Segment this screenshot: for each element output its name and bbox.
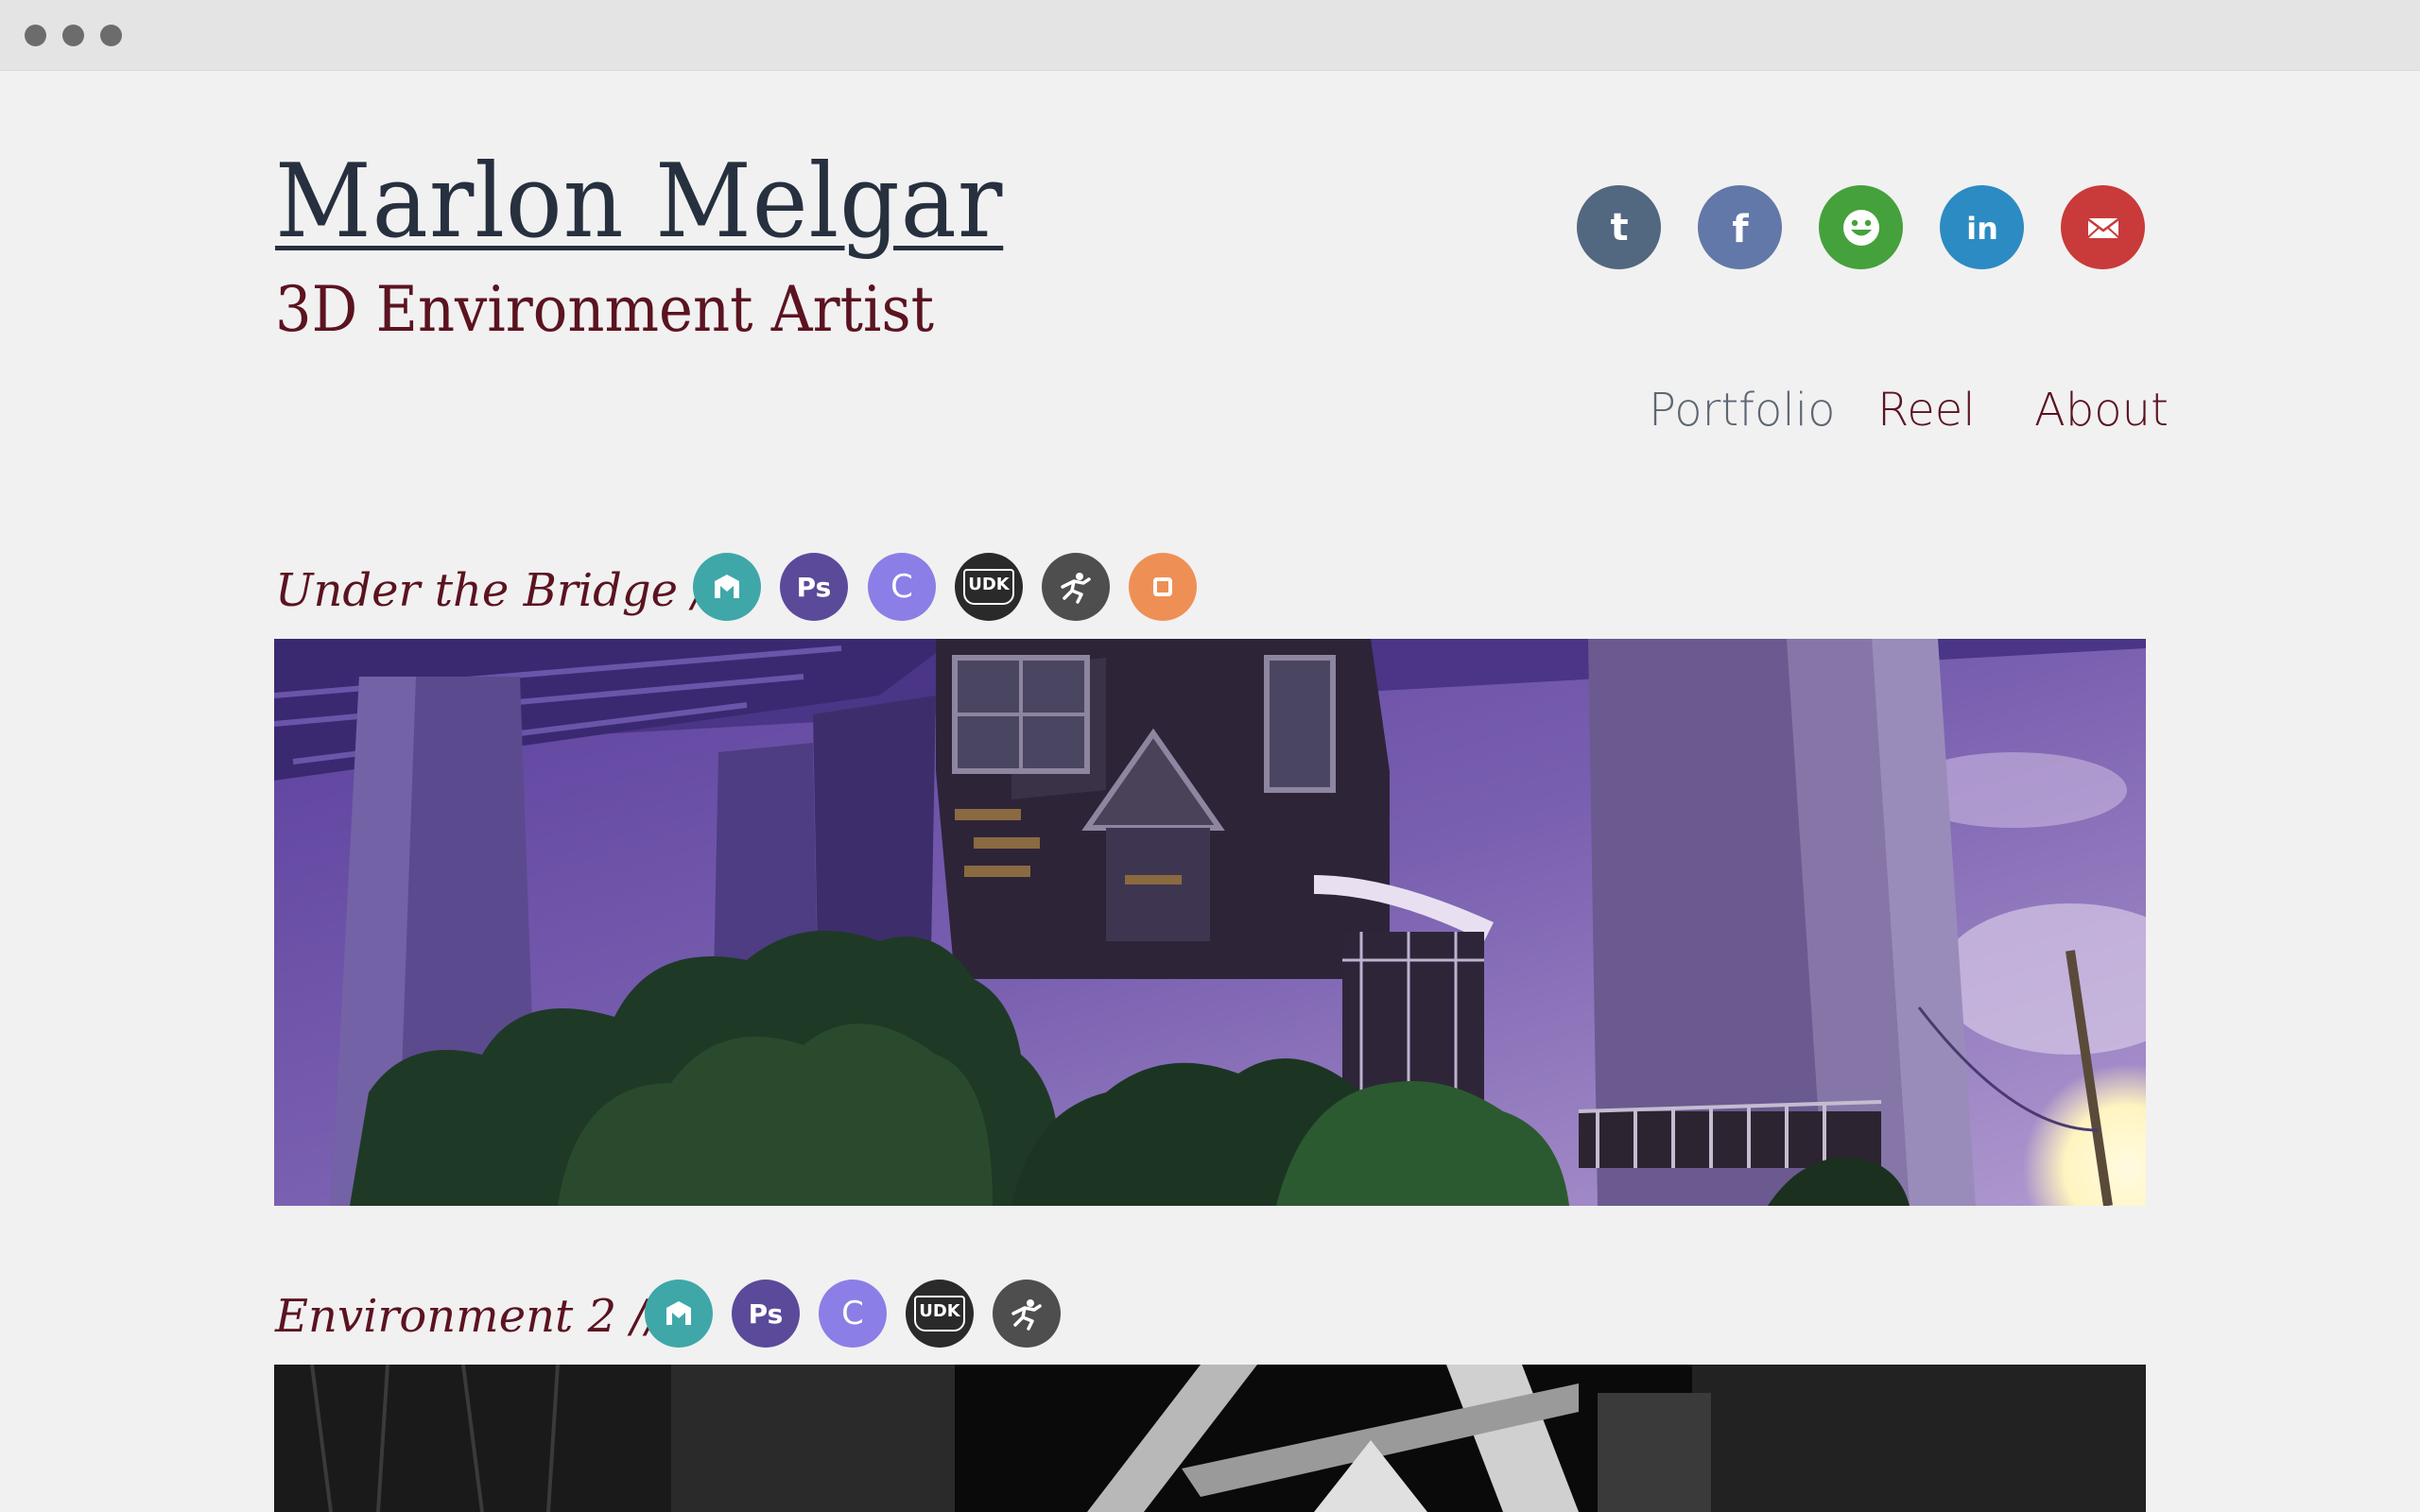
tumblr-button[interactable]: t — [1577, 185, 1661, 269]
project-image-under-the-bridge[interactable] — [274, 639, 2146, 1206]
smiley-icon — [1842, 209, 1879, 246]
photoshop-label: Ps — [748, 1297, 784, 1330]
browser-titlebar — [0, 0, 2420, 71]
linkedin-button[interactable]: in — [1940, 185, 2024, 269]
window-maximize-dot[interactable] — [100, 25, 122, 46]
marmoset-icon — [645, 1280, 713, 1348]
mail-icon — [2086, 217, 2119, 238]
marmoset-icon — [693, 553, 761, 621]
udk-icon: UDK — [955, 553, 1023, 621]
site-name-link[interactable]: Marlon Melgar — [275, 151, 1003, 253]
photoshop-icon: Ps — [732, 1280, 800, 1348]
facebook-button[interactable]: f — [1698, 185, 1782, 269]
svg-text:t: t — [1610, 206, 1628, 249]
linkedin-icon: in — [1966, 211, 1998, 247]
crazybump-icon: C — [868, 553, 936, 621]
substance-icon — [1129, 553, 1197, 621]
project-image-environment-2[interactable] — [274, 1365, 2146, 1512]
project-title[interactable]: Under the Bridge // — [275, 568, 723, 613]
project-title-text: Under the Bridge — [275, 564, 678, 617]
facebook-icon: f — [1732, 208, 1749, 251]
udk-label: UDK — [914, 1296, 965, 1332]
smiley-button[interactable] — [1819, 185, 1903, 269]
zbrush-icon — [993, 1280, 1061, 1348]
nav-about[interactable]: About — [2034, 387, 2169, 433]
nav-portfolio[interactable]: Portfolio — [1649, 387, 1835, 433]
window-close-dot[interactable] — [25, 25, 46, 46]
crazybump-label: C — [890, 568, 913, 606]
project-title[interactable]: Environment 2 // — [275, 1294, 662, 1339]
window-minimize-dot[interactable] — [62, 25, 84, 46]
udk-icon: UDK — [906, 1280, 974, 1348]
crazybump-label: C — [841, 1295, 864, 1332]
mail-button[interactable] — [2061, 185, 2145, 269]
crazybump-icon: C — [819, 1280, 887, 1348]
photoshop-label: Ps — [796, 571, 832, 603]
photoshop-icon: Ps — [780, 553, 848, 621]
nav-reel[interactable]: Reel — [1877, 387, 1976, 433]
zbrush-icon — [1042, 553, 1110, 621]
tumblr-icon: t — [1610, 206, 1628, 249]
svg-text:f: f — [1732, 208, 1749, 251]
svg-text:in: in — [1966, 211, 1998, 247]
udk-label: UDK — [963, 569, 1014, 605]
site-role: 3D Environment Artist — [275, 273, 935, 346]
project-title-text: Environment 2 — [275, 1290, 617, 1343]
